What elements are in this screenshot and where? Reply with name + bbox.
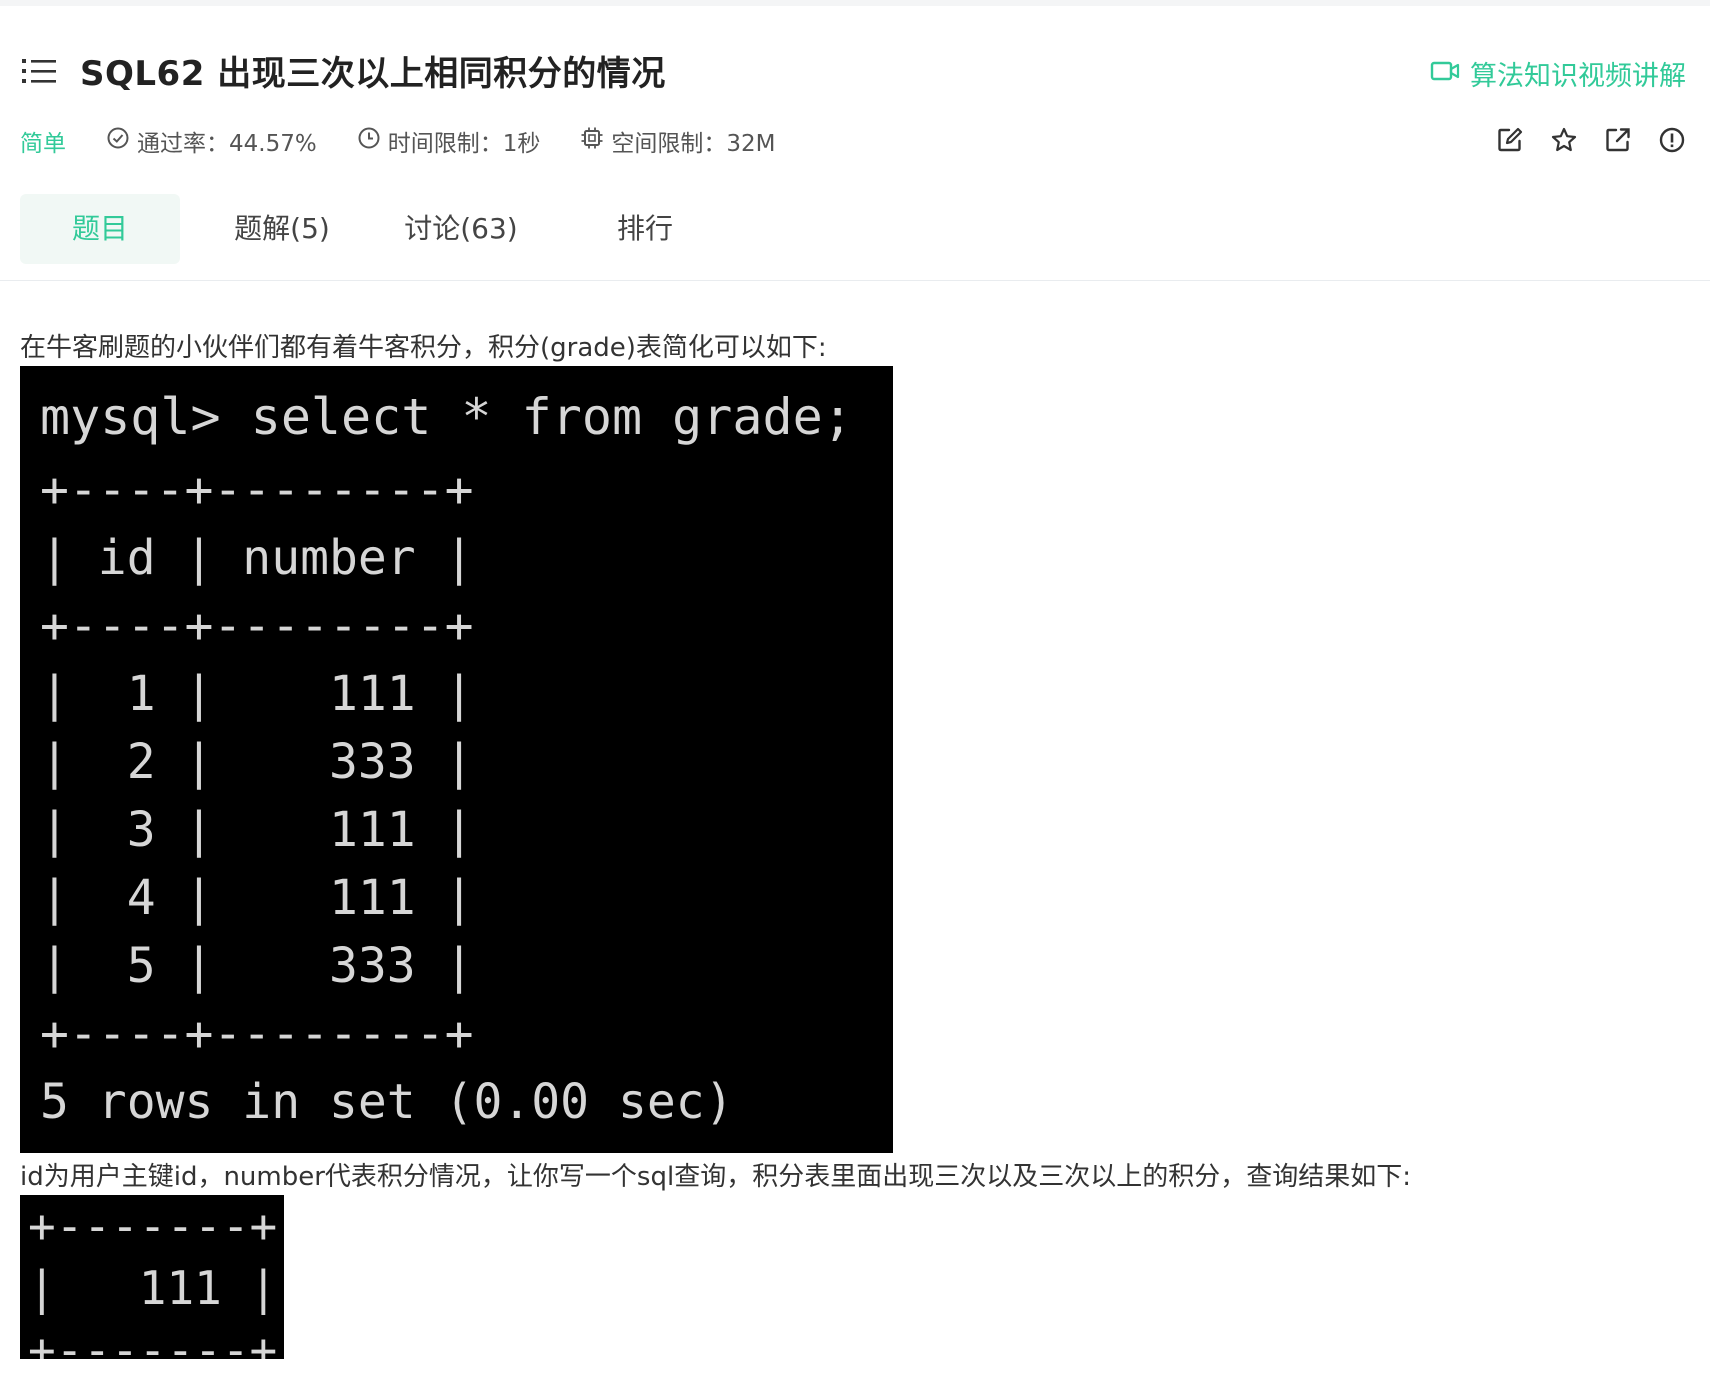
problem-description: 在牛客刷题的小伙伴们都有着牛客积分，积分(grade)表简化可以如下: mysq… <box>20 330 1690 1359</box>
result-line: +-------+ <box>28 1323 278 1359</box>
terminal-line: | id | number | <box>40 530 474 586</box>
share-icon[interactable] <box>1604 126 1632 154</box>
terminal-line: | 1 | 111 | <box>40 666 474 722</box>
time-limit: 时间限制：1秒 <box>357 124 541 158</box>
terminal-line: | 3 | 111 | <box>40 802 474 858</box>
pass-rate-text: 通过率：44.57% <box>137 131 317 157</box>
video-explanation-link[interactable]: 算法知识视频讲解 <box>1430 54 1686 93</box>
problem-actions <box>1470 126 1686 154</box>
terminal-line: +----+--------+ <box>40 1006 474 1062</box>
tab-problem[interactable]: 题目 <box>20 194 180 264</box>
list-menu-icon[interactable] <box>22 57 56 85</box>
tab-discussion[interactable]: 讨论(63) <box>376 194 546 264</box>
video-camera-icon <box>1430 58 1470 89</box>
result-line: | 111 | <box>28 1261 278 1315</box>
tabs-divider <box>0 280 1710 281</box>
description-text: id为用户主键id，number代表积分情况，让你写一个sql查询，积分表里面出… <box>20 1162 1411 1192</box>
tab-ranking[interactable]: 排行 <box>560 194 730 264</box>
problem-tabs: 题目 题解(5) 讨论(63) 排行 <box>20 194 730 264</box>
terminal-line: mysql> select * from grade; <box>40 388 853 446</box>
terminal-line: | 4 | 111 | <box>40 870 474 926</box>
title-row: SQL62 出现三次以上相同积分的情况 <box>22 46 666 95</box>
chip-icon <box>580 126 611 156</box>
clock-icon <box>357 126 388 156</box>
grade-table-screenshot: mysql> select * from grade; +----+-------… <box>20 366 893 1153</box>
terminal-line: 5 rows in set (0.00 sec) <box>40 1074 734 1130</box>
star-icon[interactable] <box>1550 126 1578 154</box>
problem-header: SQL62 出现三次以上相同积分的情况 算法知识视频讲解 简单 通过率：44.5… <box>0 6 1710 157</box>
problem-meta: 简单 通过率：44.57% 时间限制：1秒 空间限制：32M <box>20 124 815 158</box>
edit-icon[interactable] <box>1496 126 1524 154</box>
space-limit-text: 空间限制：32M <box>611 131 776 157</box>
video-link-label: 算法知识视频讲解 <box>1470 61 1686 92</box>
check-circle-icon <box>106 126 137 156</box>
report-icon[interactable] <box>1658 126 1686 154</box>
terminal-line: +----+--------+ <box>40 462 474 518</box>
difficulty-badge: 简单 <box>20 131 66 157</box>
terminal-line: +----+--------+ <box>40 598 474 654</box>
tab-solutions[interactable]: 题解(5) <box>202 194 362 264</box>
result-table-screenshot: +-------+ | 111 | +-------+ <box>20 1195 284 1359</box>
intro-text: 在牛客刷题的小伙伴们都有着牛客积分，积分(grade)表简化可以如下: <box>20 333 827 363</box>
time-limit-text: 时间限制：1秒 <box>387 131 541 157</box>
space-limit: 空间限制：32M <box>580 124 775 158</box>
terminal-line: | 2 | 333 | <box>40 734 474 790</box>
pass-rate: 通过率：44.57% <box>106 124 317 158</box>
result-line: +-------+ <box>28 1199 278 1253</box>
terminal-line: | 5 | 333 | <box>40 938 474 994</box>
page-title: SQL62 出现三次以上相同积分的情况 <box>80 54 666 94</box>
